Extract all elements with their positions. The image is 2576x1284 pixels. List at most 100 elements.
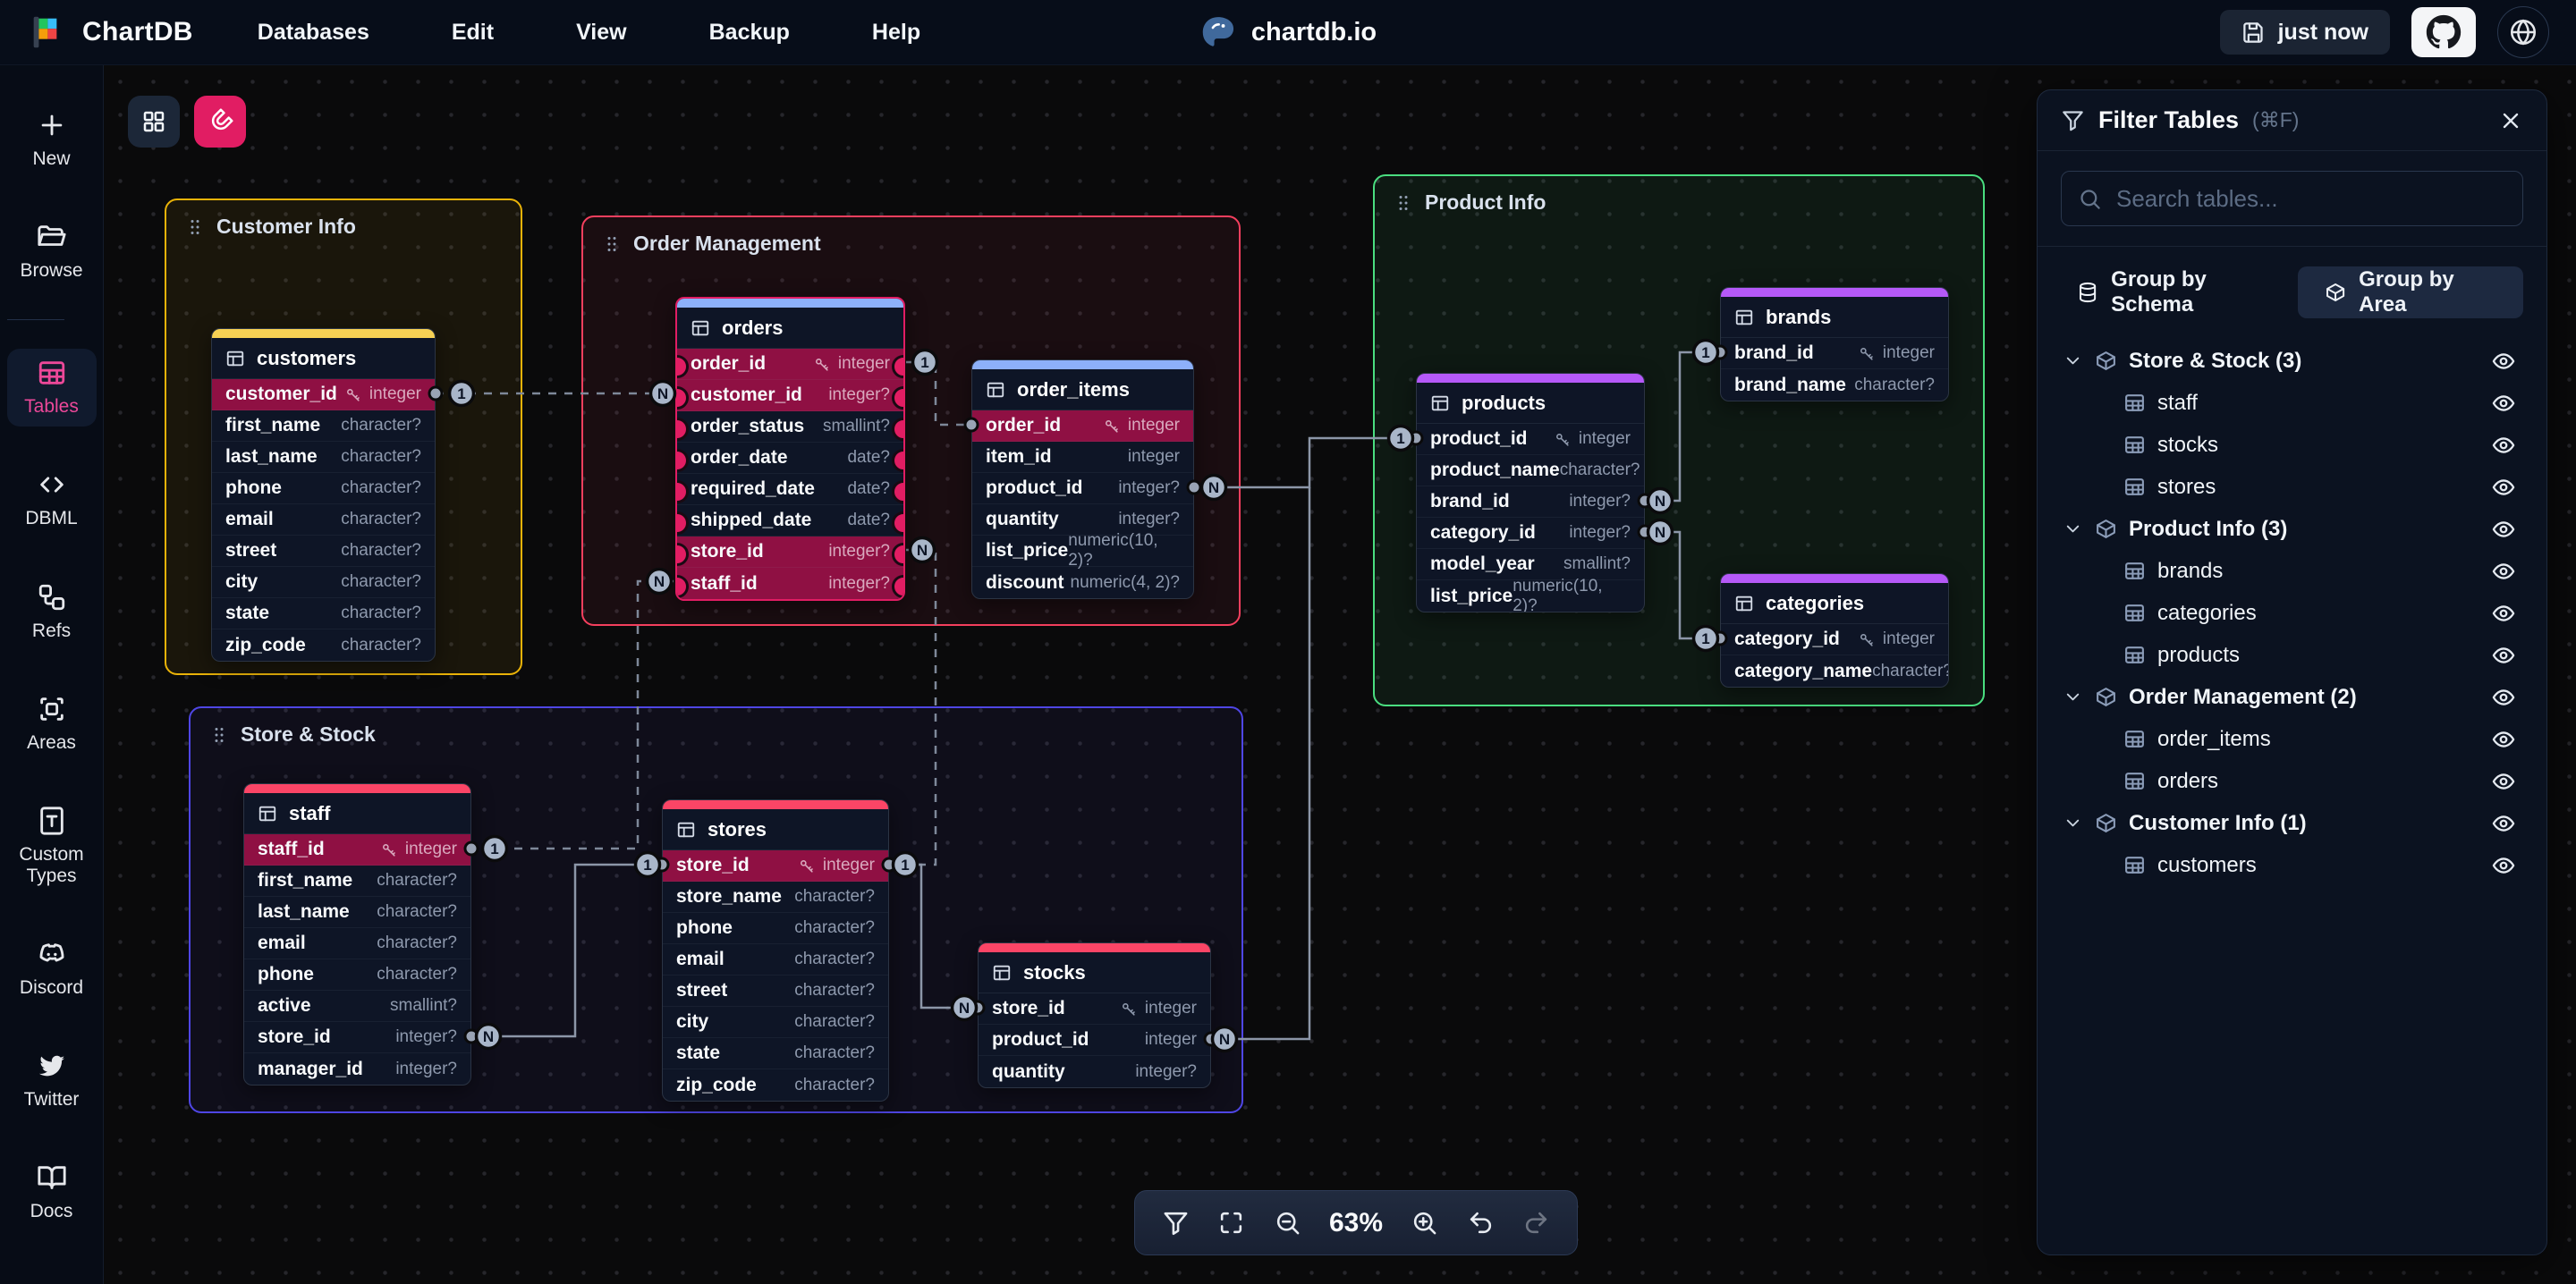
group-by-area-button[interactable]: Group by Area: [2298, 266, 2523, 318]
field-row-item_id[interactable]: item_idinteger: [972, 442, 1193, 473]
eye-icon[interactable]: [2491, 853, 2516, 878]
field-row-category_id[interactable]: category_idinteger?: [1417, 518, 1644, 549]
layout-grid-button[interactable]: [128, 96, 180, 148]
eye-icon[interactable]: [2491, 391, 2516, 416]
tree-table-customers[interactable]: customers: [2055, 844, 2529, 886]
field-row-order_id[interactable]: order_idinteger: [972, 410, 1193, 442]
sidebar-item-areas[interactable]: Areas: [7, 685, 97, 763]
eye-icon[interactable]: [2491, 601, 2516, 626]
eye-icon[interactable]: [2491, 685, 2516, 710]
field-row-store_id[interactable]: store_idinteger: [663, 850, 888, 882]
last-saved-button[interactable]: just now: [2220, 10, 2390, 55]
field-row-product_name[interactable]: product_namecharacter?: [1417, 455, 1644, 486]
table-products[interactable]: productsproduct_idintegerproduct_namecha…: [1416, 373, 1645, 612]
field-row-staff_id[interactable]: staff_idinteger: [244, 834, 470, 866]
table-order_items[interactable]: order_itemsorder_idintegeritem_idinteger…: [971, 359, 1194, 599]
close-icon[interactable]: [2498, 108, 2523, 133]
field-row-phone[interactable]: phonecharacter?: [663, 913, 888, 944]
table-categories[interactable]: categoriescategory_idintegercategory_nam…: [1720, 573, 1949, 688]
field-row-store_id[interactable]: store_idinteger?: [244, 1022, 470, 1053]
table-orders[interactable]: ordersorder_idintegercustomer_idinteger?…: [675, 297, 905, 601]
field-row-brand_id[interactable]: brand_idinteger?: [1417, 486, 1644, 518]
table-header[interactable]: stores: [663, 809, 888, 850]
sidebar-item-tables[interactable]: Tables: [7, 349, 97, 427]
field-row-street[interactable]: streetcharacter?: [663, 976, 888, 1007]
table-header[interactable]: categories: [1721, 583, 1948, 624]
menu-backup[interactable]: Backup: [709, 20, 790, 46]
menu-view[interactable]: View: [576, 20, 627, 46]
field-row-category_name[interactable]: category_namecharacter?: [1721, 655, 1948, 687]
field-row-state[interactable]: statecharacter?: [212, 598, 435, 629]
tree-table-categories[interactable]: categories: [2055, 592, 2529, 634]
field-row-required_date[interactable]: required_datedate?: [677, 474, 903, 505]
undo-button[interactable]: [1467, 1209, 1495, 1237]
sidebar-item-custom-types[interactable]: Custom Types: [7, 797, 97, 896]
table-stores[interactable]: storesstore_idintegerstore_namecharacter…: [662, 799, 889, 1102]
eye-icon[interactable]: [2491, 349, 2516, 374]
sidebar-item-discord[interactable]: Discord: [7, 930, 97, 1008]
eye-icon[interactable]: [2491, 559, 2516, 584]
menu-edit[interactable]: Edit: [452, 20, 494, 46]
table-customers[interactable]: customerscustomer_idintegerfirst_namecha…: [211, 328, 436, 662]
field-row-discount[interactable]: discountnumeric(4, 2)?: [972, 567, 1193, 598]
eye-icon[interactable]: [2491, 811, 2516, 836]
eye-icon[interactable]: [2491, 769, 2516, 794]
field-row-staff_id[interactable]: staff_idinteger?: [677, 568, 903, 599]
field-row-city[interactable]: citycharacter?: [663, 1007, 888, 1038]
snap-magnet-button[interactable]: [194, 96, 246, 148]
field-row-store_name[interactable]: store_namecharacter?: [663, 882, 888, 913]
filter-button[interactable]: [1162, 1209, 1190, 1237]
field-row-first_name[interactable]: first_namecharacter?: [212, 410, 435, 442]
table-header[interactable]: staff: [244, 793, 470, 834]
field-row-customer_id[interactable]: customer_idinteger: [212, 379, 435, 410]
tree-table-orders[interactable]: orders: [2055, 760, 2529, 802]
table-header[interactable]: stocks: [979, 952, 1210, 993]
field-row-last_name[interactable]: last_namecharacter?: [244, 897, 470, 928]
field-row-list_price[interactable]: list_pricenumeric(10, 2)?: [1417, 580, 1644, 612]
zoom-out-button[interactable]: [1274, 1209, 1301, 1237]
field-row-order_date[interactable]: order_datedate?: [677, 443, 903, 474]
field-row-product_id[interactable]: product_idinteger: [979, 1025, 1210, 1056]
sidebar-item-docs[interactable]: Docs: [7, 1153, 97, 1231]
field-row-email[interactable]: emailcharacter?: [663, 944, 888, 976]
field-row-brand_id[interactable]: brand_idinteger: [1721, 338, 1948, 369]
field-row-product_id[interactable]: product_idinteger: [1417, 424, 1644, 455]
language-button[interactable]: [2497, 6, 2549, 58]
field-row-category_id[interactable]: category_idinteger: [1721, 624, 1948, 655]
tree-group-store-stock[interactable]: Store & Stock (3): [2055, 340, 2529, 382]
sidebar-item-twitter[interactable]: Twitter: [7, 1042, 97, 1119]
fit-view-button[interactable]: [1217, 1209, 1245, 1237]
field-row-email[interactable]: emailcharacter?: [212, 504, 435, 536]
field-row-city[interactable]: citycharacter?: [212, 567, 435, 598]
field-row-state[interactable]: statecharacter?: [663, 1038, 888, 1069]
tree-group-product-info[interactable]: Product Info (3): [2055, 508, 2529, 550]
group-by-schema-button[interactable]: Group by Schema: [2061, 266, 2298, 318]
tree-table-staff[interactable]: staff: [2055, 382, 2529, 424]
zoom-level[interactable]: 63%: [1329, 1208, 1383, 1238]
field-row-product_id[interactable]: product_idinteger?: [972, 473, 1193, 504]
field-row-zip_code[interactable]: zip_codecharacter?: [212, 629, 435, 661]
field-row-store_id[interactable]: store_idinteger: [979, 993, 1210, 1025]
field-row-list_price[interactable]: list_pricenumeric(10, 2)?: [972, 536, 1193, 567]
field-row-zip_code[interactable]: zip_codecharacter?: [663, 1069, 888, 1101]
menu-databases[interactable]: Databases: [258, 20, 369, 46]
diagram-name[interactable]: chartdb.io: [1199, 0, 1377, 65]
field-row-phone[interactable]: phonecharacter?: [244, 959, 470, 991]
field-row-customer_id[interactable]: customer_idinteger?: [677, 380, 903, 411]
field-row-active[interactable]: activesmallint?: [244, 991, 470, 1022]
zoom-in-button[interactable]: [1411, 1209, 1438, 1237]
eye-icon[interactable]: [2491, 643, 2516, 668]
field-row-phone[interactable]: phonecharacter?: [212, 473, 435, 504]
eye-icon[interactable]: [2491, 727, 2516, 752]
field-row-first_name[interactable]: first_namecharacter?: [244, 866, 470, 897]
tree-group-customer-info[interactable]: Customer Info (1): [2055, 802, 2529, 844]
field-row-quantity[interactable]: quantityinteger?: [979, 1056, 1210, 1087]
table-header[interactable]: products: [1417, 383, 1644, 424]
field-row-email[interactable]: emailcharacter?: [244, 928, 470, 959]
field-row-street[interactable]: streetcharacter?: [212, 536, 435, 567]
table-header[interactable]: customers: [212, 338, 435, 379]
field-row-brand_name[interactable]: brand_namecharacter?: [1721, 369, 1948, 401]
field-row-store_id[interactable]: store_idinteger?: [677, 536, 903, 568]
github-button[interactable]: [2411, 7, 2476, 57]
field-row-order_status[interactable]: order_statussmallint?: [677, 411, 903, 443]
